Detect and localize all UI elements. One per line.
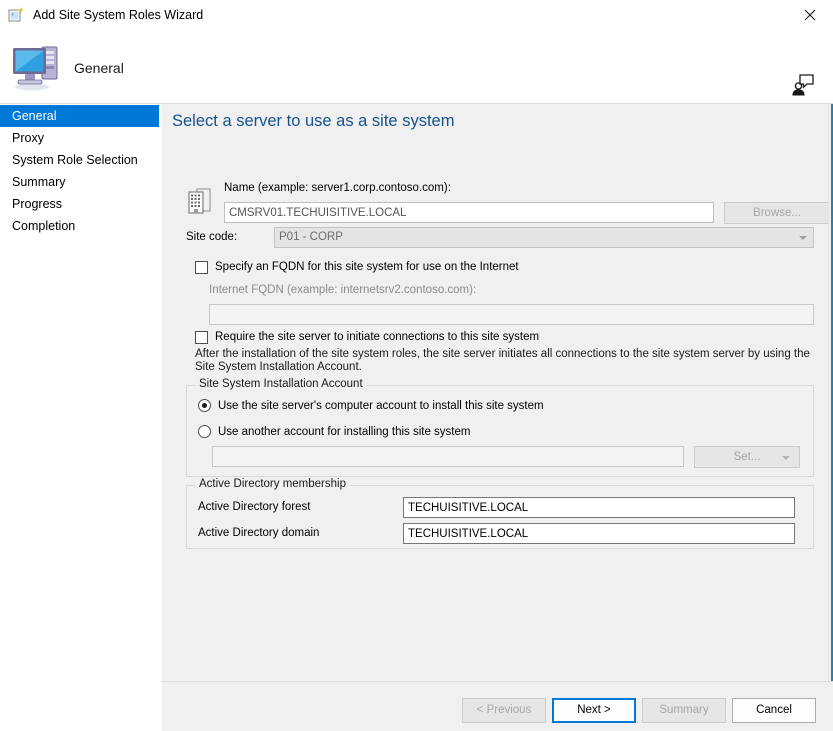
page-title: General: [74, 60, 124, 76]
require-connections-note: After the installation of the site syste…: [195, 348, 810, 373]
cancel-button[interactable]: Cancel: [732, 698, 816, 723]
radio-computer-account[interactable]: [198, 399, 211, 412]
server-name-input[interactable]: [224, 202, 714, 223]
wizard-step-nav: General Proxy System Role Selection Summ…: [0, 104, 159, 731]
active-directory-group-title: Active Directory membership: [195, 478, 350, 490]
sidebar-item-progress[interactable]: Progress: [0, 193, 159, 215]
wizard-footer: < Previous Next > Summary Cancel: [162, 682, 833, 731]
radio-computer-account-row[interactable]: Use the site server's computer account t…: [198, 399, 544, 412]
sidebar-item-proxy[interactable]: Proxy: [0, 127, 159, 149]
summary-button[interactable]: Summary: [642, 698, 726, 723]
chevron-down-icon: [799, 236, 807, 240]
browse-button[interactable]: Browse...: [724, 202, 828, 224]
specify-fqdn-checkbox-row[interactable]: Specify an FQDN for this site system for…: [195, 260, 519, 275]
radio-another-account[interactable]: [198, 425, 211, 438]
site-code-dropdown[interactable]: P01 - CORP: [274, 227, 814, 248]
sidebar-item-label: General: [12, 109, 57, 123]
active-directory-group: Active Directory membership Active Direc…: [186, 478, 814, 549]
feedback-person-icon[interactable]: [790, 72, 816, 98]
ad-forest-label: Active Directory forest: [198, 501, 311, 513]
radio-another-account-row[interactable]: Use another account for installing this …: [198, 425, 470, 438]
radio-another-account-label: Use another account for installing this …: [218, 425, 471, 438]
wizard-header: General: [0, 30, 833, 104]
wizard-window: Add Site System Roles Wizard General Gen…: [0, 0, 833, 731]
sidebar-item-summary[interactable]: Summary: [0, 171, 159, 193]
require-connections-checkbox-row[interactable]: Require the site server to initiate conn…: [195, 330, 539, 345]
window-title: Add Site System Roles Wizard: [33, 8, 204, 22]
close-icon[interactable]: [787, 0, 833, 30]
sidebar-item-system-role-selection[interactable]: System Role Selection: [0, 149, 159, 171]
internet-fqdn-label: Internet FQDN (example: internetsrv2.con…: [209, 284, 477, 296]
content-pane: Select a server to use as a site system: [162, 104, 828, 731]
ad-forest-input[interactable]: [403, 497, 795, 518]
install-account-group-title: Site System Installation Account: [195, 378, 367, 390]
radio-computer-account-label: Use the site server's computer account t…: [218, 399, 544, 412]
ad-domain-label: Active Directory domain: [198, 527, 320, 539]
sidebar-item-label: Completion: [12, 219, 76, 233]
sidebar-item-label: Progress: [12, 197, 63, 211]
previous-button[interactable]: < Previous: [462, 698, 546, 723]
require-connections-label: Require the site server to initiate conn…: [215, 331, 540, 343]
server-name-label: Name (example: server1.corp.contoso.com)…: [224, 182, 451, 194]
next-button[interactable]: Next >: [552, 698, 636, 723]
sidebar-item-label: Proxy: [12, 131, 44, 145]
sidebar-item-general[interactable]: General: [0, 105, 159, 127]
internet-fqdn-input[interactable]: [209, 304, 814, 325]
server-building-icon: [186, 186, 214, 216]
sidebar-item-label: Summary: [12, 175, 66, 189]
site-system-server-icon: [10, 40, 64, 92]
specify-fqdn-label: Specify an FQDN for this site system for…: [215, 261, 519, 273]
set-account-label: Set...: [733, 451, 761, 463]
site-code-value: P01 - CORP: [279, 231, 343, 243]
set-account-button[interactable]: Set...: [694, 446, 800, 468]
install-account-group: Site System Installation Account Use the…: [186, 378, 814, 477]
sidebar-item-completion[interactable]: Completion: [0, 215, 159, 237]
chevron-down-icon: [782, 456, 790, 460]
require-connections-checkbox[interactable]: [195, 331, 208, 344]
specify-fqdn-checkbox[interactable]: [195, 261, 208, 274]
ad-domain-input[interactable]: [403, 523, 795, 544]
site-code-label: Site code:: [186, 231, 238, 243]
wizard-icon: [8, 6, 26, 24]
content-heading: Select a server to use as a site system: [172, 112, 455, 130]
sidebar-item-label: System Role Selection: [12, 153, 138, 167]
title-bar: Add Site System Roles Wizard: [0, 0, 833, 30]
install-account-input[interactable]: [212, 446, 684, 467]
